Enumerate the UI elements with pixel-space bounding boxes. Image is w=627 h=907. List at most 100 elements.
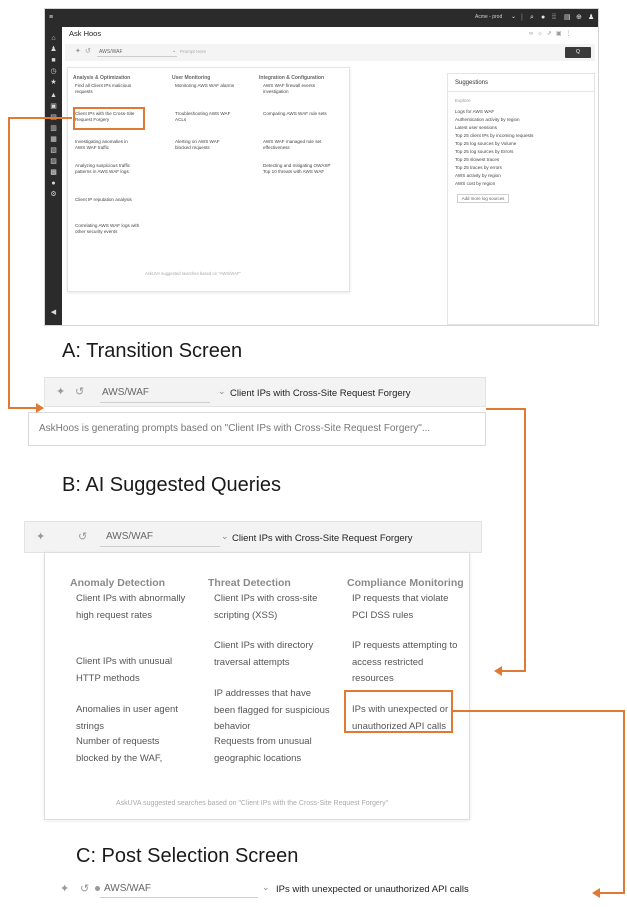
prompt-suggestion[interactable]: Client IP reputation analysis: [75, 197, 135, 203]
query-row: [65, 44, 595, 61]
folder-icon[interactable]: ■: [49, 57, 58, 64]
help-icon[interactable]: ●: [541, 13, 545, 22]
sparkle-icon[interactable]: ✦: [56, 385, 65, 398]
query-input[interactable]: Client IPs with Cross-Site Request Forge…: [232, 533, 413, 544]
org-selector[interactable]: Acme - prod: [475, 14, 502, 20]
query-suggestion[interactable]: Client IPs with unusual HTTP methods: [76, 654, 196, 687]
selection-highlight: [344, 690, 453, 733]
grid-icon[interactable]: ▩: [49, 169, 58, 176]
search-icon[interactable]: ●: [49, 180, 58, 187]
prompt-suggestion[interactable]: Comparing AWS WAF rule sets: [263, 111, 333, 117]
user-icon[interactable]: ♟: [49, 46, 58, 53]
apps-icon[interactable]: ⁞⁞: [552, 13, 556, 22]
bug-icon[interactable]: ☼: [537, 31, 547, 37]
sparkle-icon[interactable]: ✦: [36, 530, 45, 543]
history-icon[interactable]: ↺: [78, 530, 87, 543]
suggestion-link[interactable]: Top 25 slowest traces: [455, 157, 499, 163]
query-suggestion[interactable]: Number of requests blocked by the WAF,: [76, 734, 194, 767]
column-heading: Anomaly Detection: [70, 577, 166, 589]
dashboard-icon[interactable]: ▣: [49, 103, 58, 110]
suggestion-link[interactable]: Latest user sessions: [455, 125, 497, 131]
connector-line: [8, 117, 72, 119]
query-input[interactable]: Client IPs with Cross-Site Request Forge…: [230, 388, 411, 399]
share-icon[interactable]: ⇗: [547, 31, 556, 37]
section-heading-a: A: Transition Screen: [62, 340, 243, 362]
menu-icon[interactable]: ≡: [49, 13, 53, 22]
doc-icon[interactable]: ▧: [49, 147, 58, 154]
query-suggestion[interactable]: Client IPs with cross-site scripting (XS…: [214, 591, 332, 624]
chart-icon[interactable]: ▥: [49, 125, 58, 132]
query-suggestion[interactable]: IP requests attempting to access restric…: [352, 638, 464, 688]
arrow-left-icon: [592, 888, 600, 898]
add-log-sources-button[interactable]: Add more log sources: [457, 194, 509, 203]
transition-screen-screenshot: ≡ Acme - prod ⌄ | ⌕ ● ⁞⁞ ▤ ⊕ ♟ ⌂ ♟ ■ ◷ ★…: [44, 8, 599, 326]
prompt-suggestion[interactable]: AWS WAF managed rule set effectiveness: [263, 139, 333, 151]
history-icon[interactable]: ◷: [49, 68, 58, 75]
source-selector[interactable]: AWS/WAF: [102, 387, 149, 398]
prompt-suggestion[interactable]: Alerting on AWS WAF blocked requests: [175, 139, 235, 151]
star-icon[interactable]: ★: [49, 79, 58, 86]
top-navigation-bar: ≡ Acme - prod ⌄ | ⌕ ● ⁞⁞ ▤ ⊕ ♟: [45, 9, 598, 27]
history-icon[interactable]: ↺: [75, 385, 84, 398]
history-icon[interactable]: ↺: [80, 882, 89, 895]
alert-icon[interactable]: ▲: [49, 92, 58, 99]
query-suggestion[interactable]: Anomalies in user agent strings: [76, 702, 196, 735]
suggestion-link[interactable]: AWS activity by region: [455, 173, 501, 179]
chevron-down-icon[interactable]: ⌄: [172, 48, 176, 54]
docs-icon[interactable]: ▤: [564, 13, 571, 22]
selection-highlight: [73, 107, 145, 130]
connector-line: [623, 710, 625, 894]
chevron-down-icon[interactable]: ⌄: [262, 882, 270, 893]
section-heading-c: C: Post Selection Screen: [76, 845, 299, 867]
chevron-down-icon[interactable]: ⌄: [218, 386, 226, 397]
history-icon[interactable]: ↺: [85, 47, 91, 55]
prompt-input[interactable]: Prompt Here: [180, 49, 206, 54]
home-icon[interactable]: ⌂: [49, 35, 58, 42]
search-icon[interactable]: ⌕: [530, 13, 534, 22]
suggestion-link[interactable]: Logs for AWS WAF: [455, 109, 494, 115]
query-suggestion[interactable]: IP requests that violate PCI DSS rules: [352, 591, 464, 624]
query-suggestion[interactable]: Client IPs with directory traversal atte…: [214, 638, 332, 671]
suggestion-link[interactable]: Authentication activity by region: [455, 117, 520, 123]
prompt-suggestion[interactable]: Detecting and mitigating OWASP Top 10 th…: [263, 163, 333, 175]
chevron-down-icon[interactable]: ⌄: [221, 531, 229, 542]
globe-icon[interactable]: ⊕: [576, 13, 582, 22]
prompt-suggestion[interactable]: Find all Client IPs malicious requests: [75, 83, 135, 95]
section-heading-b: B: AI Suggested Queries: [62, 474, 282, 496]
dropdown-footer: AskUVA suggested searches based on "AWS/…: [145, 271, 241, 276]
settings-icon[interactable]: ⚙: [49, 191, 58, 198]
prompt-suggestion[interactable]: Monitoring AWS WAF alarms: [175, 83, 235, 89]
sparkle-icon[interactable]: ✦: [75, 47, 81, 55]
suggestion-link[interactable]: Top 25 traces by errors: [455, 165, 502, 171]
suggestion-link[interactable]: Top 25 log sources by Volume: [455, 141, 516, 147]
report-icon[interactable]: ▦: [49, 136, 58, 143]
suggestions-footer: AskUVA suggested searches based on "Clie…: [116, 800, 389, 807]
suggestion-link[interactable]: Top 25 client IPs by incoming requests: [455, 133, 533, 139]
calendar-icon[interactable]: ▨: [49, 158, 58, 165]
source-selector[interactable]: AWS/WAF: [106, 531, 153, 542]
column-heading: Analysis & Optimization: [73, 75, 131, 81]
sparkle-icon[interactable]: ✦: [60, 882, 69, 895]
query-suggestion[interactable]: IP addresses that have been flagged for …: [214, 686, 332, 736]
divider: [447, 91, 595, 92]
query-suggestion[interactable]: Requests from unusual geographic locatio…: [214, 734, 332, 767]
source-selector[interactable]: AWS/WAF: [99, 49, 123, 55]
collapse-icon[interactable]: ◀: [49, 309, 58, 316]
prompt-suggestion[interactable]: Analyzing suspicious traffic patterns in…: [75, 163, 135, 175]
more-icon[interactable]: ⋮: [565, 31, 575, 37]
chevron-down-icon[interactable]: ⌄: [511, 13, 516, 22]
connector-line: [8, 407, 38, 409]
search-button[interactable]: Q: [565, 47, 591, 58]
page-title: Ask Hoos: [69, 29, 102, 38]
suggestion-link[interactable]: AWS cost by region: [455, 181, 495, 187]
query-input[interactable]: IPs with unexpected or unauthorized API …: [276, 884, 469, 895]
prompt-suggestion[interactable]: Investigating anomalies in AWS WAF traff…: [75, 139, 135, 151]
prompt-suggestion[interactable]: Troubleshooting AWS WAF ACLs: [175, 111, 235, 123]
query-suggestion[interactable]: Client IPs with abnormally high request …: [76, 591, 196, 624]
source-selector[interactable]: AWS/WAF: [104, 883, 151, 894]
prompt-suggestion[interactable]: AWS WAF firewall events investigation: [263, 83, 333, 95]
user-icon[interactable]: ♟: [588, 13, 594, 22]
suggestion-link[interactable]: Top 25 log sources by Errors: [455, 149, 513, 155]
prompt-suggestion[interactable]: Correlating AWS WAF logs with other secu…: [75, 223, 141, 235]
column-heading: Compliance Monitoring: [347, 577, 464, 589]
